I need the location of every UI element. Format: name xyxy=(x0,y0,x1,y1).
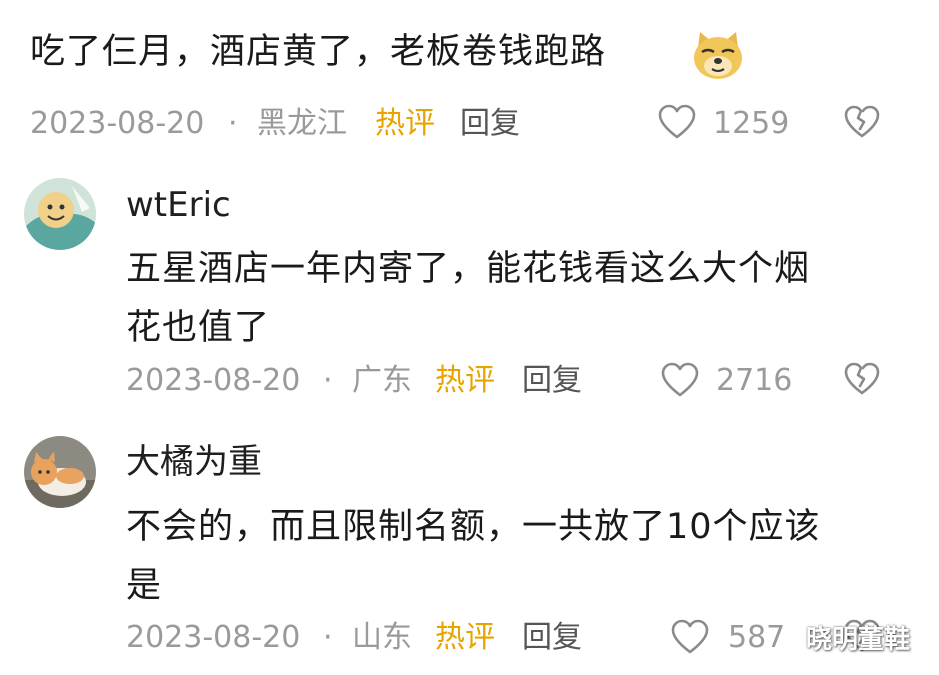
meta-separator: · xyxy=(323,620,333,655)
reply-text-line: 花也值了 xyxy=(126,308,271,348)
watermark: 晓明董鞋 xyxy=(806,625,911,655)
reply-text-line: 不会的，而且限制名额，一共放了10个应该 xyxy=(126,507,821,547)
avatar[interactable] xyxy=(24,436,96,508)
reply-date: 2023-08-20 xyxy=(126,363,301,398)
reply-button[interactable]: 回复 xyxy=(460,104,520,144)
heart-icon[interactable] xyxy=(660,361,700,399)
comment-region: 黑龙江 xyxy=(257,106,347,141)
doge-emoji-icon xyxy=(690,28,746,82)
reply-date: 2023-08-20 xyxy=(126,620,301,655)
meta-separator: · xyxy=(323,363,333,398)
comment-text: 吃了仨月，酒店黄了，老板卷钱跑路 xyxy=(30,32,607,72)
reply-text-line: 是 xyxy=(126,566,163,606)
reply-username[interactable]: 大橘为重 xyxy=(126,440,262,484)
hot-comment-badge: 热评 xyxy=(435,620,495,655)
reply-text-line: 五星酒店一年内寄了，能花钱看这么大个烟 xyxy=(126,249,811,289)
comment-date: 2023-08-20 xyxy=(30,106,205,141)
reply-region: 广东 xyxy=(352,363,412,398)
heart-icon[interactable] xyxy=(670,618,710,656)
broken-heart-icon[interactable] xyxy=(843,104,881,140)
like-count: 1259 xyxy=(713,106,790,141)
avatar[interactable] xyxy=(24,178,96,250)
hot-comment-badge: 热评 xyxy=(375,106,435,141)
like-count: 2716 xyxy=(716,363,793,398)
broken-heart-icon[interactable] xyxy=(843,361,881,397)
heart-icon[interactable] xyxy=(657,103,697,141)
comment-thread: 吃了仨月，酒店黄了，老板卷钱跑路 2023-08-20 · 黑龙江 热评 回复 … xyxy=(0,0,939,675)
meta-separator: · xyxy=(228,106,238,141)
reply-username[interactable]: wtEric xyxy=(126,183,231,227)
reply-region: 山东 xyxy=(352,620,412,655)
reply-button[interactable]: 回复 xyxy=(522,361,582,401)
like-count: 587 xyxy=(728,620,786,655)
reply-button[interactable]: 回复 xyxy=(522,618,582,658)
hot-comment-badge: 热评 xyxy=(435,363,495,398)
